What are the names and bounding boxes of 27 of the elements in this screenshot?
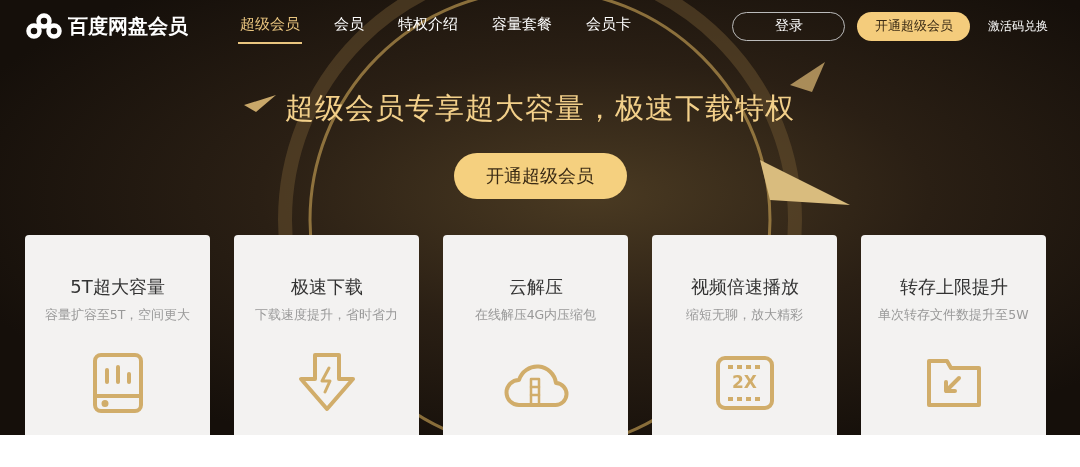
feature-title: 极速下载 <box>290 275 363 299</box>
nav-tab[interactable]: 容量套餐 <box>490 8 554 44</box>
feature-description: 容量扩容至5T，空间更大 <box>44 307 191 324</box>
nav-tab[interactable]: 超级会员 <box>238 8 302 44</box>
hero-title: 超级会员专享超大容量，极速下载特权 <box>285 89 795 127</box>
open-membership-button[interactable]: 开通超级会员 <box>857 11 970 41</box>
film-frame-icon <box>714 355 775 411</box>
feature-description: 下载速度提升，省时省力 <box>255 307 398 324</box>
feature-description: 单次转存文件数提升至5W <box>878 307 1029 324</box>
light-shard-drawing <box>790 62 825 92</box>
redeem-code-link[interactable]: 激活码兑换 <box>988 17 1048 35</box>
feature-title: 视频倍速播放 <box>690 275 799 299</box>
brand-name: 百度网盘会员 <box>68 12 188 40</box>
hard-drive-icon <box>91 352 144 414</box>
feature-description: 缩短无聊，放大精彩 <box>686 307 803 324</box>
feature-title: 5T超大容量 <box>70 275 165 299</box>
open-membership-button[interactable]: 开通超级会员 <box>453 152 627 199</box>
speed-label: 2X <box>731 372 758 392</box>
feature-title: 云解压 <box>508 275 563 299</box>
nav-tab[interactable]: 会员 <box>332 8 366 44</box>
folder-import-icon <box>925 358 982 408</box>
nav-tab[interactable]: 特权介绍 <box>396 8 460 44</box>
nav-tab[interactable]: 会员卡 <box>584 8 633 44</box>
light-shard-drawing <box>244 95 276 112</box>
feature-title: 转存上限提升 <box>899 275 1008 299</box>
logo-icon <box>26 13 62 40</box>
feature-description: 在线解压4G内压缩包 <box>474 307 597 324</box>
